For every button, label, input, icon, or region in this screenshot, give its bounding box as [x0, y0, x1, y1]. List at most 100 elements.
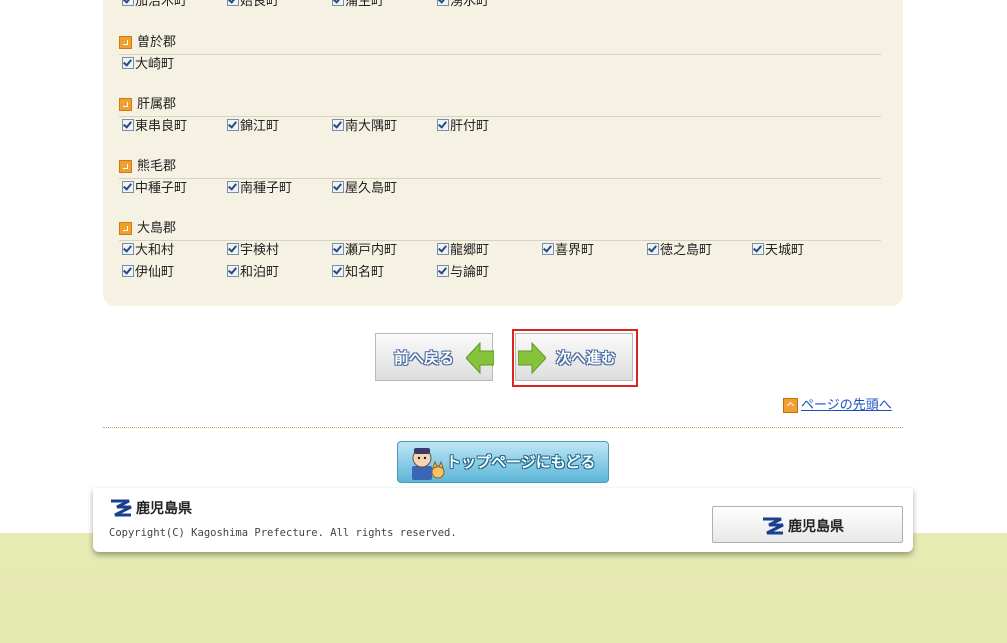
municipality-checkbox[interactable]: 徳之島町 — [647, 241, 712, 261]
arrow-bullet-icon — [119, 160, 132, 173]
checkbox-checked-icon[interactable] — [122, 265, 134, 277]
municipality-label: 東串良町 — [135, 119, 188, 134]
municipality-checkbox[interactable]: 錦江町 — [227, 117, 279, 137]
district-heading: 肝属郡 — [119, 96, 881, 117]
municipality-checkbox[interactable]: 屋久島町 — [332, 179, 397, 199]
arrow-up-icon — [783, 398, 798, 413]
checkbox-checked-icon[interactable] — [122, 119, 134, 131]
checkbox-checked-icon[interactable] — [227, 119, 239, 131]
checkbox-checked-icon[interactable] — [437, 0, 449, 6]
municipality-checkbox[interactable]: 中種子町 — [122, 179, 187, 199]
top-page-button[interactable]: トップページにもどる — [397, 441, 609, 483]
municipality-checkbox[interactable]: 瀬戸内町 — [332, 241, 397, 261]
checkbox-checked-icon[interactable] — [437, 265, 449, 277]
group-soo: 曽於郡 大崎町 — [119, 34, 881, 72]
municipality-label: 天城町 — [765, 243, 805, 258]
municipality-checkbox[interactable]: 天城町 — [752, 241, 804, 261]
checkbox-checked-icon[interactable] — [332, 243, 344, 255]
municipality-label: 南種子町 — [240, 181, 293, 196]
mascot-icon — [412, 448, 445, 480]
municipality-label: 錦江町 — [240, 119, 280, 134]
municipality-checkbox[interactable]: 加治木町 — [122, 0, 187, 12]
prefecture-button-label: 鹿児島県 — [788, 519, 844, 535]
municipality-panel: 加治木町 姶良町 蒲生町 湧水町 曽於郡大崎町 肝属郡東串良町 錦江町 南大隅町 肝付町 熊… — [103, 0, 903, 306]
kagoshima-logo-icon — [763, 517, 784, 535]
checkbox-checked-icon[interactable] — [227, 181, 239, 193]
district-title: 熊毛郡 — [137, 159, 177, 174]
municipality-label: 肝付町 — [450, 119, 490, 134]
municipality-checkbox[interactable]: 大和村 — [122, 241, 174, 261]
group-oshima: 大島郡大和村 宇検村 瀬戸内町 龍郷町 喜界町 徳之島町 天城町伊仙町 和泊町 知名町 与論町 — [119, 220, 881, 280]
checkbox-checked-icon[interactable] — [752, 243, 764, 255]
logo-text: 鹿児島県 — [136, 501, 192, 517]
municipality-label: 与論町 — [450, 265, 490, 280]
district-title: 肝属郡 — [137, 97, 177, 112]
municipality-checkbox[interactable]: 和泊町 — [227, 263, 279, 283]
district-title: 大島郡 — [137, 221, 177, 236]
municipality-checkbox[interactable]: 肝付町 — [437, 117, 489, 137]
municipality-label: 大和村 — [135, 243, 175, 258]
municipality-label: 宇検村 — [240, 243, 280, 258]
municipality-label: 加治木町 — [135, 0, 188, 9]
checkbox-checked-icon[interactable] — [332, 181, 344, 193]
municipality-label: 大崎町 — [135, 57, 175, 72]
municipality-checkbox[interactable]: 宇検村 — [227, 241, 279, 261]
municipality-label: 姶良町 — [240, 0, 280, 9]
group-kimotsuki: 肝属郡東串良町 錦江町 南大隅町 肝付町 — [119, 96, 881, 134]
municipality-label: 中種子町 — [135, 181, 188, 196]
group-kumage: 熊毛郡中種子町 南種子町 屋久島町 — [119, 158, 881, 196]
back-button[interactable]: 前へ戻る — [375, 333, 494, 381]
checkbox-checked-icon[interactable] — [332, 0, 344, 6]
municipality-checkbox[interactable]: 東串良町 — [122, 117, 187, 137]
checkbox-checked-icon[interactable] — [122, 57, 134, 69]
checkbox-checked-icon[interactable] — [122, 181, 134, 193]
municipality-label: 伊仙町 — [135, 265, 175, 280]
page-top-link-wrap: ページの先頭へ — [783, 397, 892, 415]
arrow-bullet-icon — [119, 98, 132, 111]
municipality-label: 喜界町 — [555, 243, 595, 258]
page-top-link[interactable]: ページの先頭へ — [801, 398, 892, 413]
municipality-checkbox[interactable]: 南種子町 — [227, 179, 292, 199]
copyright: Copyright(C) Kagoshima Prefecture. All r… — [109, 527, 457, 539]
checkbox-checked-icon[interactable] — [437, 119, 449, 131]
municipality-label: 龍郷町 — [450, 243, 490, 258]
district-title: 曽於郡 — [137, 35, 177, 50]
municipality-checkbox[interactable]: 龍郷町 — [437, 241, 489, 261]
prefecture-link-button[interactable]: 鹿児島県 — [712, 506, 903, 543]
municipality-checkbox[interactable]: 蒲生町 — [332, 0, 384, 12]
municipality-label: 徳之島町 — [660, 243, 713, 258]
divider — [103, 427, 903, 428]
municipality-checkbox[interactable]: 南大隅町 — [332, 117, 397, 137]
municipality-checkbox[interactable]: 湧水町 — [437, 0, 489, 12]
arrow-bullet-icon — [119, 36, 132, 49]
checkbox-checked-icon[interactable] — [437, 243, 449, 255]
municipality-label: 南大隅町 — [345, 119, 398, 134]
kagoshima-logo-icon — [111, 499, 132, 517]
district-heading: 大島郡 — [119, 220, 881, 241]
municipality-checkbox[interactable]: 姶良町 — [227, 0, 279, 12]
checkbox-checked-icon[interactable] — [227, 265, 239, 277]
municipality-checkbox[interactable]: 与論町 — [437, 263, 489, 283]
checkbox-checked-icon[interactable] — [332, 119, 344, 131]
checkbox-checked-icon[interactable] — [332, 265, 344, 277]
municipality-label: 蒲生町 — [345, 0, 385, 9]
municipality-checkbox[interactable]: 大崎町 — [122, 55, 174, 75]
municipality-label: 瀬戸内町 — [345, 243, 398, 258]
back-button-label: 前へ戻る — [394, 349, 455, 367]
checkbox-checked-icon[interactable] — [227, 0, 239, 6]
checkbox-checked-icon[interactable] — [647, 243, 659, 255]
top-page-button-label: トップページにもどる — [446, 453, 596, 471]
checkbox-checked-icon[interactable] — [542, 243, 554, 255]
arrow-left-icon — [466, 341, 494, 375]
checkbox-checked-icon[interactable] — [122, 0, 134, 6]
municipality-label: 屋久島町 — [345, 181, 398, 196]
checkbox-checked-icon[interactable] — [122, 243, 134, 255]
district-heading: 熊毛郡 — [119, 158, 881, 179]
municipality-label: 知名町 — [345, 265, 385, 280]
municipality-checkbox[interactable]: 伊仙町 — [122, 263, 174, 283]
municipality-checkbox[interactable]: 知名町 — [332, 263, 384, 283]
municipality-checkbox[interactable]: 喜界町 — [542, 241, 594, 261]
checkbox-checked-icon[interactable] — [227, 243, 239, 255]
arrow-bullet-icon — [119, 222, 132, 235]
municipality-label: 和泊町 — [240, 265, 280, 280]
